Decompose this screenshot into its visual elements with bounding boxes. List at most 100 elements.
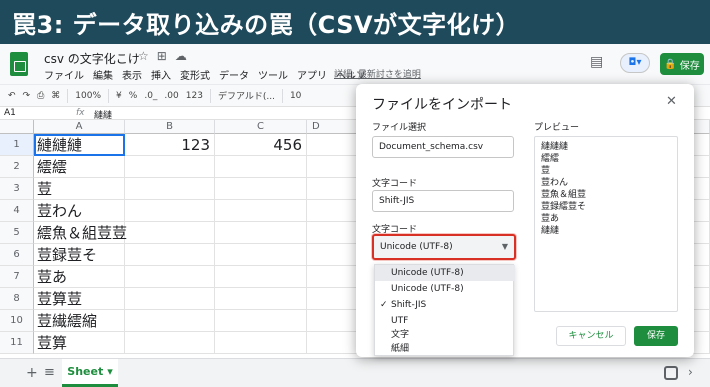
increase-decimal-button[interactable]: .00 [164, 91, 178, 101]
share-button[interactable]: 🔒 保存 [660, 53, 704, 75]
cancel-button[interactable]: キャンセル [556, 326, 626, 346]
dropdown-option-checked[interactable]: ✓ Shift-JIS [375, 297, 515, 313]
cloud-status-icon[interactable]: ☁ [175, 49, 187, 63]
dialog-title: ファイルをインポート [372, 97, 512, 113]
move-folder-icon[interactable]: ⊞ [157, 49, 167, 63]
app-header: csv の文字化こけ ☆ ⊞ ☁ ファイル 編集 表示 挿入 変形式 データ ツ… [0, 44, 710, 84]
row-number[interactable]: 7 [0, 266, 34, 288]
column-header-c[interactable]: C [215, 120, 307, 134]
cell-b[interactable] [125, 178, 215, 200]
comment-icon[interactable]: ▤ [590, 54, 608, 70]
cell-a[interactable]: 荳あ [34, 266, 125, 288]
file-select-field[interactable]: Document_schema.csv [372, 136, 514, 158]
cell-b[interactable] [125, 244, 215, 266]
font-size-select[interactable]: 10 [290, 91, 301, 101]
document-title[interactable]: csv の文字化こけ [44, 50, 140, 67]
paint-format-icon[interactable]: ⌘ [51, 91, 60, 101]
row-number[interactable]: 11 [0, 332, 34, 354]
cell-b[interactable] [125, 156, 215, 178]
cell-c[interactable] [215, 332, 307, 354]
cell-c[interactable]: 456 [215, 134, 307, 156]
cell-a[interactable]: 繧魚＆組荳荳 [34, 222, 127, 244]
cell-c[interactable] [215, 178, 307, 200]
menu-file[interactable]: ファイル [44, 67, 84, 82]
cell-a[interactable]: 荳繊繧縮 [34, 310, 125, 332]
menu-insert[interactable]: 挿入 [151, 67, 171, 82]
undo-icon[interactable]: ↶ [8, 91, 16, 101]
cell-c[interactable] [215, 310, 307, 332]
menu-data[interactable]: データ [219, 67, 249, 82]
decrease-decimal-button[interactable]: .0_ [144, 91, 157, 101]
row-number[interactable]: 4 [0, 200, 34, 222]
select-all-corner[interactable] [0, 120, 34, 134]
encoding-select-active[interactable]: Unicode (UTF-8) ▼ [372, 234, 516, 260]
preview-line: 荳 [541, 166, 551, 176]
row-number[interactable]: 2 [0, 156, 34, 178]
row-number[interactable]: 6 [0, 244, 34, 266]
cell-a[interactable]: 荳算荳 [34, 288, 125, 310]
cell-b[interactable] [125, 332, 215, 354]
cell-b[interactable] [125, 200, 215, 222]
all-sheets-icon[interactable]: ≡ [44, 365, 55, 380]
menu-view[interactable]: 表示 [122, 67, 142, 82]
cell-a[interactable]: 荳算 [34, 332, 125, 354]
cell-c[interactable] [215, 266, 307, 288]
cell-c[interactable] [215, 288, 307, 310]
encoding-field-value: Shift-JIS [379, 196, 415, 206]
number-format-select[interactable]: 123 [186, 91, 203, 101]
sheet-bar: + ≡ Sheet ▾ › [0, 358, 710, 387]
name-box[interactable]: A1 [4, 108, 16, 118]
cell-a[interactable]: 縺縺縺 [34, 134, 125, 156]
font-select[interactable]: デフアルド(... [218, 89, 275, 102]
collapse-icon[interactable]: › [688, 365, 693, 379]
dropdown-option[interactable]: Unicode (UTF-8) [375, 265, 515, 281]
row-number[interactable]: 3 [0, 178, 34, 200]
cell-b[interactable] [125, 222, 215, 244]
cell-c[interactable] [215, 156, 307, 178]
sheet-tab-active[interactable]: Sheet ▾ [62, 359, 118, 387]
explore-icon[interactable] [664, 366, 678, 380]
zoom-select[interactable]: 100% [75, 91, 101, 101]
currency-button[interactable]: ¥ [116, 91, 122, 101]
print-icon[interactable]: ⎙ [37, 91, 44, 101]
star-icon[interactable]: ☆ [138, 49, 149, 63]
cell-c[interactable] [215, 200, 307, 222]
menu-format[interactable]: 変形式 [180, 67, 210, 82]
cell-a[interactable]: 荳 [34, 178, 125, 200]
cell-a[interactable]: 荳録荳そ [34, 244, 125, 266]
cell-b[interactable] [125, 310, 215, 332]
lock-icon: 🔒 [664, 58, 677, 70]
redo-icon[interactable]: ↷ [23, 91, 31, 101]
cell-b[interactable] [125, 288, 215, 310]
cell-c[interactable] [215, 222, 307, 244]
chevron-down-icon: ▾ [107, 365, 113, 378]
toolbar-divider [108, 88, 110, 103]
sheets-logo-icon[interactable] [10, 52, 28, 76]
row-number[interactable]: 1 [0, 134, 34, 156]
row-number[interactable]: 8 [0, 288, 34, 310]
add-sheet-icon[interactable]: + [26, 365, 38, 381]
cell-a[interactable]: 繧繧 [34, 156, 125, 178]
last-edit-link[interactable]: 詳細: 最新討さを追明 [334, 67, 421, 80]
percent-button[interactable]: % [129, 91, 138, 101]
preview-line: 繧繧 [541, 154, 560, 164]
import-button[interactable]: 保存 [634, 326, 678, 346]
row-number[interactable]: 10 [0, 310, 34, 332]
column-header-b[interactable]: B [125, 120, 215, 134]
meet-present-icon[interactable]: ◘▾ [620, 53, 650, 73]
dropdown-option[interactable]: Unicode (UTF-8) [375, 281, 515, 297]
sheet-tab-label: Sheet [67, 365, 104, 378]
menu-apps[interactable]: アプリ [297, 67, 327, 82]
cell-b[interactable] [125, 266, 215, 288]
preview-line: 縺縺縺 [541, 142, 569, 152]
encoding-field[interactable]: Shift-JIS [372, 190, 514, 212]
dropdown-option[interactable]: 紙細 [375, 341, 515, 357]
cell-a[interactable]: 荳わん [34, 200, 125, 222]
row-number[interactable]: 5 [0, 222, 34, 244]
menu-edit[interactable]: 編集 [93, 67, 113, 82]
column-header-a[interactable]: A [34, 120, 125, 134]
cell-c[interactable] [215, 244, 307, 266]
menu-tools[interactable]: ツール [258, 67, 288, 82]
close-icon[interactable]: ✕ [666, 94, 677, 109]
cell-b[interactable]: 123 [125, 134, 215, 156]
